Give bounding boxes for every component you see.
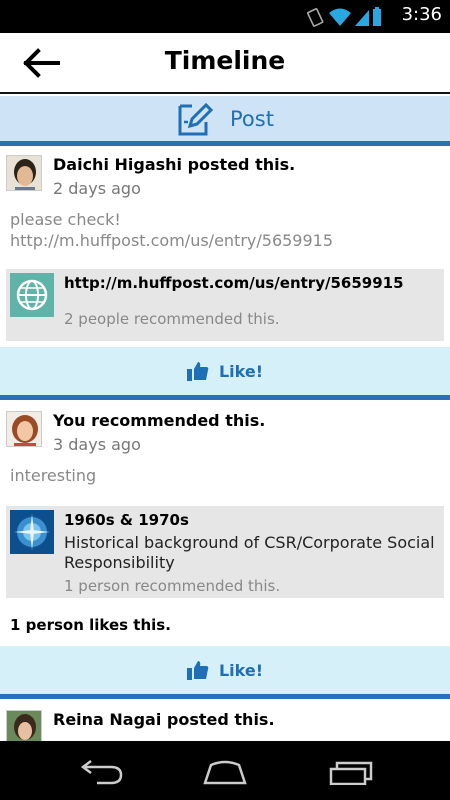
signal-icon [355,10,369,26]
compass-icon [10,510,54,554]
vibrate-icon [307,8,324,27]
wifi-icon [329,8,351,26]
link-title: http://m.huffpost.com/us/entry/5659915 [64,274,404,292]
feed-item: Daichi Higashi posted this. 2 days ago p… [0,151,450,395]
compose-icon [178,102,214,135]
clock: 3:36 [401,4,442,25]
status-bar: 3:36 [0,0,450,33]
thumbs-up-icon [186,362,209,381]
post-label: Post [230,106,274,131]
like-button[interactable]: Like! [0,347,450,395]
battery-icon [373,7,381,26]
post-time: 3 days ago [53,435,141,454]
avatar[interactable] [6,411,42,447]
link-title: 1960s & 1970s [64,511,189,529]
like-label: Like! [218,361,264,381]
post-message-link[interactable]: http://m.huffpost.com/us/entry/5659915 [10,230,440,251]
link-preview-card[interactable]: http://m.huffpost.com/us/entry/5659915 2… [6,269,444,341]
globe-icon [10,273,54,317]
navigation-bar [0,741,450,800]
link-preview-card[interactable]: 1960s & 1970s Historical background of C… [6,506,444,598]
home-nav-icon[interactable] [201,759,249,785]
recommend-count: 1 person recommended this. [64,577,281,595]
like-button[interactable]: Like! [0,646,450,694]
status-icons [307,7,381,27]
feed-item: You recommended this. 3 days ago interes… [0,407,450,694]
post-message-line: please check! [10,210,121,229]
recommend-count: 2 people recommended this. [64,310,280,328]
feed-divider [0,694,450,706]
feed-item: Reina Nagai posted this. [0,706,450,741]
post-author[interactable]: Reina Nagai posted this. [53,710,275,729]
app-bar: Timeline [0,33,450,94]
page-title: Timeline [164,46,286,75]
avatar[interactable] [6,710,42,741]
like-label: Like! [218,660,264,680]
timeline-feed[interactable]: Daichi Higashi posted this. 2 days ago p… [0,151,450,741]
avatar[interactable] [6,155,42,191]
post-message: please check! http://m.huffpost.com/us/e… [0,203,450,251]
post-button[interactable]: Post [0,96,450,146]
back-nav-icon[interactable] [77,759,125,785]
feed-divider [0,395,450,407]
thumbs-up-icon [186,661,209,680]
likes-count[interactable]: 1 person likes this. [0,598,450,634]
post-message: interesting [10,466,97,485]
post-author[interactable]: Daichi Higashi posted this. [53,155,295,174]
recent-apps-nav-icon[interactable] [327,759,375,785]
link-description: Historical background of CSR/Corporate S… [64,533,435,572]
post-time: 2 days ago [53,179,141,198]
post-author[interactable]: You recommended this. [53,411,265,430]
